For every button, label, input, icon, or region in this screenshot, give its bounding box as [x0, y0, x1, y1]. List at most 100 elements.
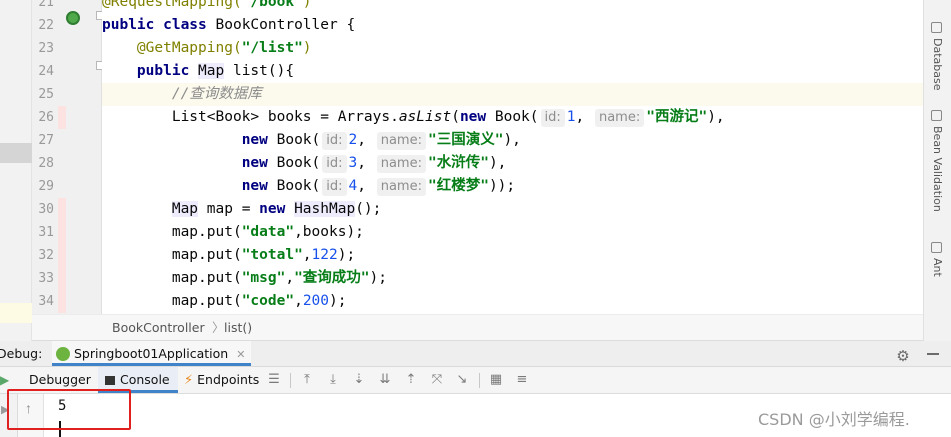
code-token: ),	[503, 132, 521, 148]
change-marker	[58, 106, 66, 129]
code-token: HashMap	[294, 201, 356, 217]
menu-icon[interactable]: ☰	[266, 372, 282, 388]
code-token: ,	[294, 293, 303, 309]
code-line[interactable]: map.put("data",books);	[102, 221, 923, 244]
code-line[interactable]: new Book(id: 4, name: "红楼梦"));	[102, 175, 923, 198]
right-tab-bean-validation[interactable]: Bean Validation	[931, 126, 944, 212]
code-token: 1	[566, 109, 576, 125]
code-line[interactable]: @RequestMapping("/book")	[102, 0, 923, 14]
code-token: new	[241, 155, 277, 171]
code-token: 122	[311, 247, 338, 263]
code-line[interactable]: public class BookController {	[102, 14, 923, 37]
endpoints-icon: ⚡	[184, 373, 194, 388]
right-tab-ant[interactable]: Ant	[931, 258, 944, 277]
line-number[interactable]: 32	[32, 244, 54, 267]
project-tree-selection[interactable]	[0, 143, 32, 163]
step-over-icon[interactable]: ⤓	[325, 372, 341, 388]
code-token: new	[241, 132, 277, 148]
console-icon	[105, 376, 115, 385]
code-token: new	[259, 201, 295, 217]
close-icon[interactable]: ✕	[236, 348, 245, 361]
code-token: map.put(	[102, 224, 242, 240]
line-number[interactable]: 33	[32, 267, 54, 290]
minimize-icon[interactable]	[927, 353, 939, 355]
line-number[interactable]: 25	[32, 83, 54, 106]
parameter-hint: name:	[376, 178, 426, 196]
run-config-tab[interactable]: Springboot01Application ✕	[52, 341, 252, 366]
code-token: ,	[302, 247, 312, 263]
line-number[interactable]: 26	[32, 106, 54, 129]
line-number[interactable]: 21	[32, 0, 54, 14]
code-token: map.put(	[102, 247, 242, 263]
parameter-hint: name:	[376, 132, 426, 150]
code-line[interactable]: //查询数据库	[102, 83, 923, 106]
code-line[interactable]: List<Book> books = Arrays.asList(new Boo…	[102, 106, 923, 129]
step-out-icon[interactable]: ⇡	[403, 372, 419, 388]
breadcrumb-separator: 〉	[212, 320, 225, 335]
debug-title-bar: Debug: Springboot01Application ✕ ⚙	[0, 341, 951, 367]
step-into-icon[interactable]: ⇣	[351, 372, 367, 388]
evaluate-expression-icon[interactable]: ▦	[488, 372, 504, 388]
watermark: CSDN @小刘学编程.	[758, 410, 910, 429]
database-icon	[931, 22, 942, 33]
code-token: ,	[357, 155, 375, 171]
code-token: )	[302, 40, 312, 56]
code-token: ();	[355, 201, 382, 217]
breadcrumb-method[interactable]: list()	[224, 315, 252, 341]
code-line[interactable]: map.put("msg","查询成功");	[102, 267, 923, 290]
code-token: "三国演义"	[427, 132, 504, 148]
line-number[interactable]: 27	[32, 129, 54, 152]
line-number[interactable]: 34	[32, 290, 54, 313]
code-line[interactable]: @GetMapping("/list")	[102, 37, 923, 60]
gear-icon[interactable]: ⚙	[895, 344, 911, 365]
more-icon[interactable]: ≡	[514, 372, 530, 388]
code-token: list(){	[224, 63, 295, 79]
code-token: 200	[302, 293, 330, 309]
ant-icon	[931, 242, 942, 253]
project-tree-highlight	[0, 303, 32, 323]
code-line[interactable]: Map map = new HashMap();	[102, 198, 923, 221]
change-marker	[58, 198, 66, 221]
line-number[interactable]: 28	[32, 152, 54, 175]
code-line[interactable]: new Book(id: 2, name: "三国演义"),	[102, 129, 923, 152]
code-token: @GetMapping(	[136, 40, 242, 56]
show-execution-point-icon[interactable]: ⤒	[299, 372, 315, 388]
line-number[interactable]: 30	[32, 198, 54, 221]
line-number[interactable]: 31	[32, 221, 54, 244]
parameter-hint: id:	[322, 155, 347, 173]
code-token: ,	[357, 132, 375, 148]
spring-bean-icon[interactable]	[66, 11, 80, 25]
code-token: (	[451, 109, 460, 125]
code-token: )	[302, 0, 312, 10]
right-tab-database[interactable]: Database	[931, 38, 944, 91]
code-token: ,	[285, 270, 295, 286]
code-token: "msg"	[241, 270, 286, 286]
tab-console-label: Console	[120, 372, 170, 387]
line-number[interactable]: 23	[32, 37, 54, 60]
code-line[interactable]: map.put("code",200);	[102, 290, 923, 313]
debug-toolbar: ▶ Debugger Console ⚡ Endpoints ☰ ⤒ ⤓ ⇣ ⇊ …	[0, 367, 951, 394]
code-editor[interactable]: @RequestMapping("/book") public class Boo…	[102, 0, 923, 314]
code-token: //查询数据库	[171, 86, 262, 102]
rerun-icon[interactable]: ▶	[0, 372, 10, 388]
breadcrumb-class[interactable]: BookController	[112, 315, 205, 341]
code-token: new	[241, 178, 277, 194]
code-line[interactable]: map.put("total",122);	[102, 244, 923, 267]
code-token: Book(	[276, 132, 321, 148]
code-line[interactable]: public Map list(){	[102, 60, 923, 83]
tab-endpoints[interactable]: ⚡ Endpoints	[182, 367, 261, 393]
line-number[interactable]: 22	[32, 14, 54, 37]
code-token: "/book"	[241, 0, 303, 10]
code-token: 4	[348, 178, 358, 194]
code-token: public	[136, 63, 199, 79]
code-line[interactable]: new Book(id: 3, name: "水浒传"),	[102, 152, 923, 175]
line-number[interactable]: 24	[32, 60, 54, 83]
tab-endpoints-label: Endpoints	[197, 372, 260, 387]
run-to-cursor-icon[interactable]: ↘	[454, 372, 470, 388]
drop-frame-icon[interactable]: ⤧	[429, 372, 445, 388]
force-step-into-icon[interactable]: ⇊	[377, 372, 393, 388]
line-number[interactable]: 29	[32, 175, 54, 198]
